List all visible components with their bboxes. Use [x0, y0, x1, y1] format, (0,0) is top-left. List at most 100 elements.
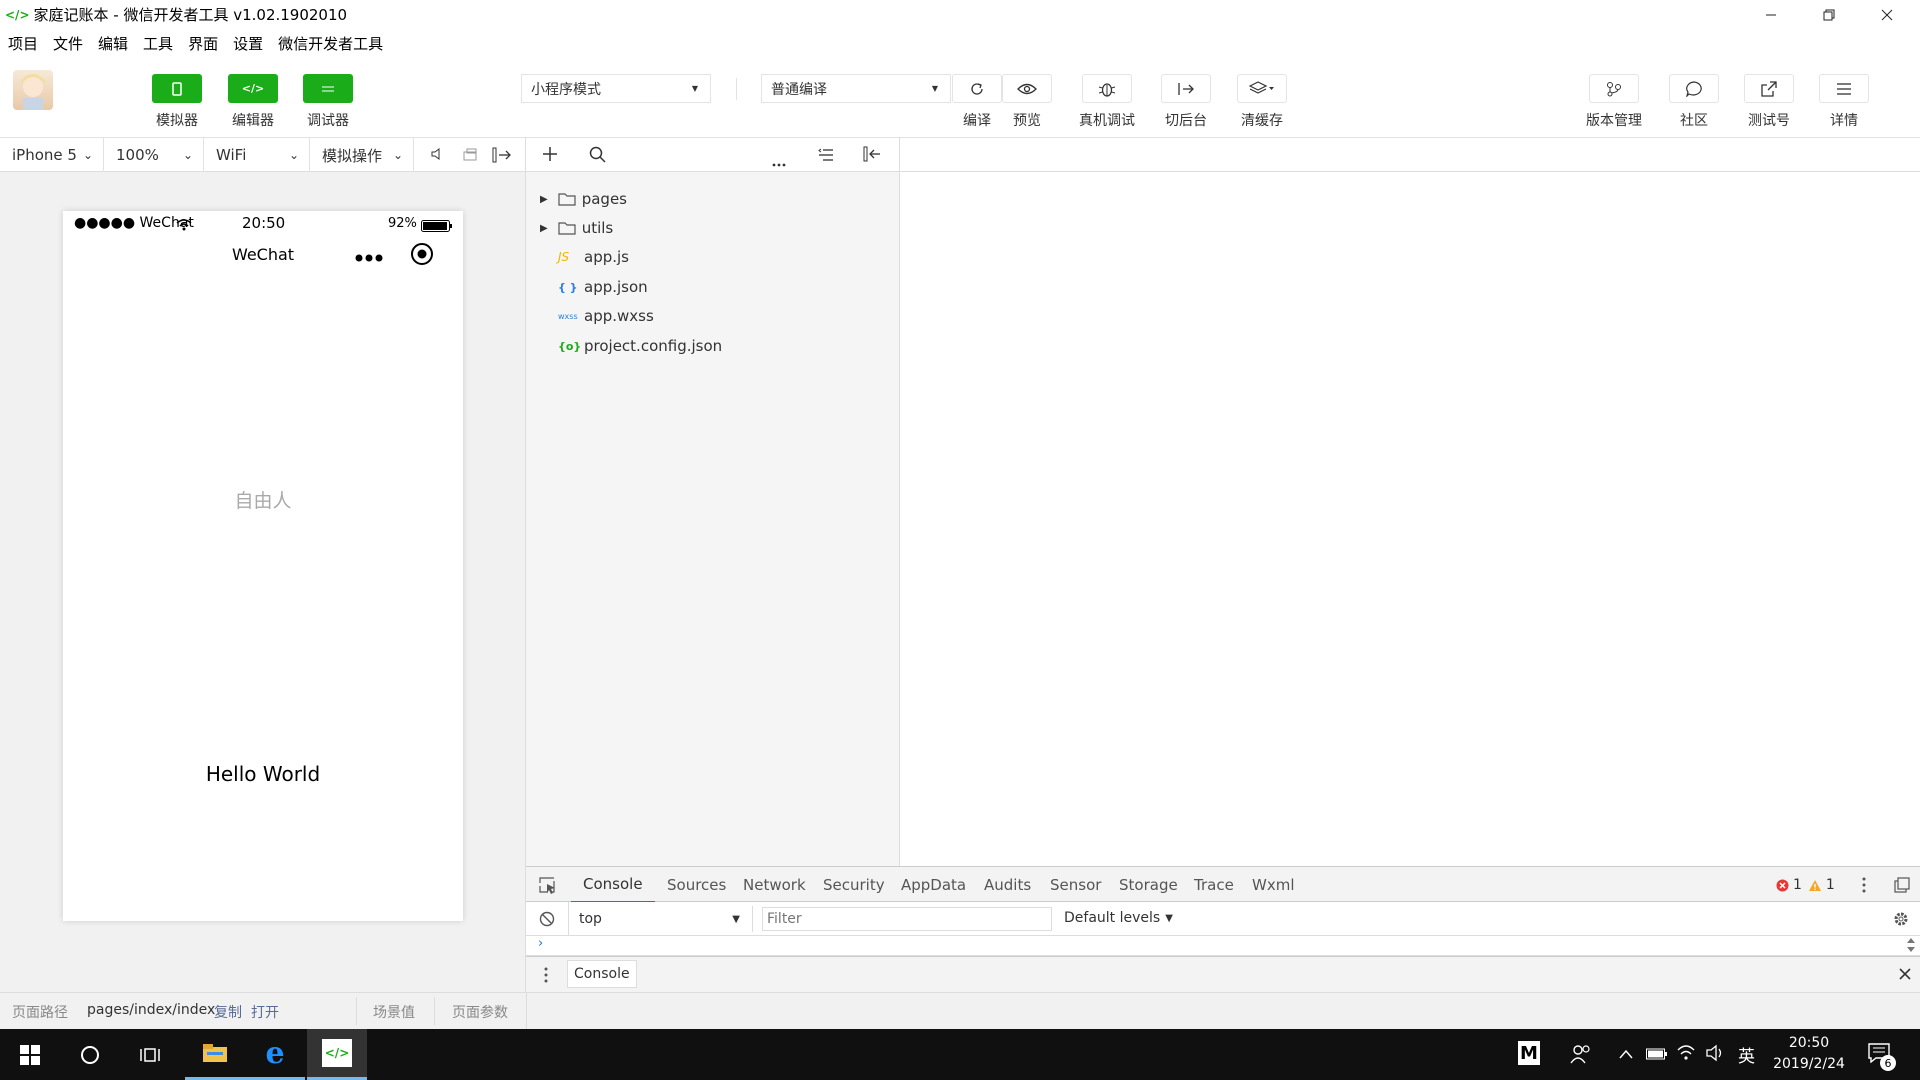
scene-value-button[interactable]: 场景值 — [373, 1002, 415, 1022]
input-method-indicator[interactable]: 英 — [1738, 1042, 1755, 1067]
context-select[interactable]: top ▼ — [574, 907, 746, 931]
background-button[interactable] — [1161, 74, 1211, 103]
log-levels-select[interactable]: Default levels ▼ — [1064, 910, 1173, 926]
file-tree-item-project-config[interactable]: {o} project.config.json — [526, 332, 896, 360]
open-path-link[interactable]: 打开 — [251, 1002, 279, 1022]
caret-down-icon: ▼ — [1165, 912, 1173, 924]
menu-interface[interactable]: 界面 — [188, 33, 218, 54]
zoom-select[interactable]: 100% ⌄ — [104, 138, 204, 172]
details-button[interactable] — [1819, 74, 1869, 103]
collapse-all-icon[interactable] — [818, 148, 834, 166]
devtools-menu-icon[interactable] — [1862, 877, 1866, 897]
devtools-tab-console[interactable]: Console — [571, 867, 655, 903]
community-button[interactable] — [1669, 74, 1719, 103]
file-tree-item-app-js[interactable]: JS app.js — [526, 243, 896, 271]
menu-project[interactable]: 项目 — [8, 33, 38, 54]
devtools-tab-storage[interactable]: Storage — [1119, 867, 1178, 903]
network-select[interactable]: WiFi ⌄ — [204, 138, 310, 172]
close-icon[interactable] — [1858, 0, 1916, 29]
tray-chevron-up-icon[interactable] — [1618, 1045, 1634, 1063]
page-path-label: 页面路径 — [12, 1005, 68, 1021]
close-miniprogram-icon[interactable] — [410, 242, 434, 270]
devtools-tab-audits[interactable]: Audits — [984, 867, 1031, 903]
devtools-tab-appdata[interactable]: AppData — [901, 867, 966, 903]
devtools-tab-sources[interactable]: Sources — [667, 867, 726, 903]
drawer-menu-icon[interactable] — [544, 967, 548, 987]
m-tray-icon[interactable]: M — [1518, 1041, 1540, 1065]
mode-select[interactable]: 小程序模式 ▼ — [521, 74, 711, 103]
cortana-search-icon[interactable] — [60, 1029, 120, 1080]
test-account-button[interactable] — [1744, 74, 1794, 103]
code-editor-area[interactable] — [900, 138, 1920, 866]
more-icon[interactable] — [772, 153, 786, 171]
file-tree-folder-pages[interactable]: ▶ pages — [526, 185, 896, 213]
restore-icon[interactable] — [1800, 0, 1858, 29]
issue-counter[interactable]: 1 1 — [1776, 877, 1835, 893]
more-options-icon[interactable] — [355, 249, 385, 267]
clear-cache-button[interactable] — [1237, 74, 1287, 103]
console-scroll-arrows-icon[interactable] — [1906, 937, 1916, 957]
windows-start-icon[interactable] — [0, 1029, 60, 1080]
wifi-tray-icon[interactable] — [1676, 1043, 1696, 1065]
debugger-toggle-button[interactable] — [303, 74, 353, 103]
task-view-icon[interactable] — [120, 1029, 180, 1080]
file-tree-item-app-json[interactable]: { } app.json — [526, 273, 896, 301]
detach-simulator-icon[interactable] — [492, 147, 512, 167]
drawer-tab-console[interactable]: Console — [567, 960, 637, 988]
rotate-icon[interactable] — [462, 148, 478, 166]
copy-path-link[interactable]: 复制 — [214, 1002, 242, 1022]
taskbar-clock[interactable]: 20:50 2019/2/24 — [1764, 1033, 1854, 1075]
undock-icon[interactable] — [1894, 877, 1910, 897]
phone-screen[interactable]: ●●●●● WeChat 20:50 92% WeChat 自由人 Hello … — [63, 211, 463, 921]
devtools-tab-security[interactable]: Security — [823, 867, 885, 903]
console-filter-input[interactable] — [762, 907, 1052, 931]
devtools-tab-sensor[interactable]: Sensor — [1050, 867, 1101, 903]
wechat-devtools-taskbar-icon[interactable]: </> — [307, 1029, 367, 1080]
console-settings-gear-icon[interactable] — [1892, 910, 1910, 932]
console-output[interactable]: › — [526, 936, 1920, 956]
clear-console-icon[interactable] — [539, 911, 555, 931]
close-drawer-icon[interactable] — [1898, 967, 1912, 985]
minimize-icon[interactable] — [1742, 0, 1800, 29]
menu-settings[interactable]: 设置 — [233, 33, 263, 54]
menu-edit[interactable]: 编辑 — [98, 33, 128, 54]
devtools-tab-wxml[interactable]: Wxml — [1252, 867, 1295, 903]
simulator-toggle-button[interactable] — [152, 74, 202, 103]
menu-wechat-devtools[interactable]: 微信开发者工具 — [278, 33, 383, 54]
expand-arrow-icon: ▶ — [540, 193, 548, 205]
dock-panel-icon[interactable] — [863, 146, 881, 166]
compile-mode-select[interactable]: 普通编译 ▼ — [761, 74, 951, 103]
devtools-tab-network[interactable]: Network — [743, 867, 806, 903]
devtools-tab-trace[interactable]: Trace — [1194, 867, 1234, 903]
preview-button[interactable] — [1002, 74, 1052, 103]
editor-toggle-button[interactable]: </> — [228, 74, 278, 103]
volume-icon[interactable] — [430, 147, 444, 165]
device-select[interactable]: iPhone 5 ⌄ — [0, 138, 104, 172]
file-tree-folder-utils[interactable]: ▶ utils — [526, 214, 896, 242]
menu-tools[interactable]: 工具 — [143, 33, 173, 54]
volume-tray-icon[interactable] — [1705, 1044, 1725, 1066]
compile-button[interactable] — [952, 74, 1002, 103]
inspect-element-icon[interactable] — [539, 877, 557, 899]
divider — [434, 997, 435, 1025]
remote-debug-button[interactable] — [1082, 74, 1132, 103]
search-icon[interactable] — [589, 146, 606, 167]
windows-taskbar: e </> M 英 20:50 2019/2/24 6 — [0, 1029, 1920, 1080]
page-params-button[interactable]: 页面参数 — [452, 1002, 508, 1022]
menu-file[interactable]: 文件 — [53, 33, 83, 54]
config-file-icon: {o} — [558, 339, 582, 353]
sim-ops-select[interactable]: 模拟操作 ⌄ — [310, 138, 414, 172]
file-explorer-icon[interactable] — [185, 1029, 245, 1080]
folder-icon — [558, 222, 576, 235]
add-file-icon[interactable] — [542, 146, 558, 166]
editor-toolbar — [526, 138, 900, 172]
battery-tray-icon[interactable] — [1646, 1046, 1668, 1064]
people-icon[interactable] — [1570, 1043, 1592, 1069]
avatar[interactable] — [13, 70, 53, 110]
file-tree-item-app-wxss[interactable]: wxss app.wxss — [526, 302, 896, 330]
test-account-label: 测试号 — [1748, 113, 1790, 129]
version-control-button[interactable] — [1589, 74, 1639, 103]
console-drawer: Console — [526, 956, 1920, 992]
edge-browser-icon[interactable]: e — [245, 1029, 305, 1080]
debug-icon — [322, 86, 334, 91]
